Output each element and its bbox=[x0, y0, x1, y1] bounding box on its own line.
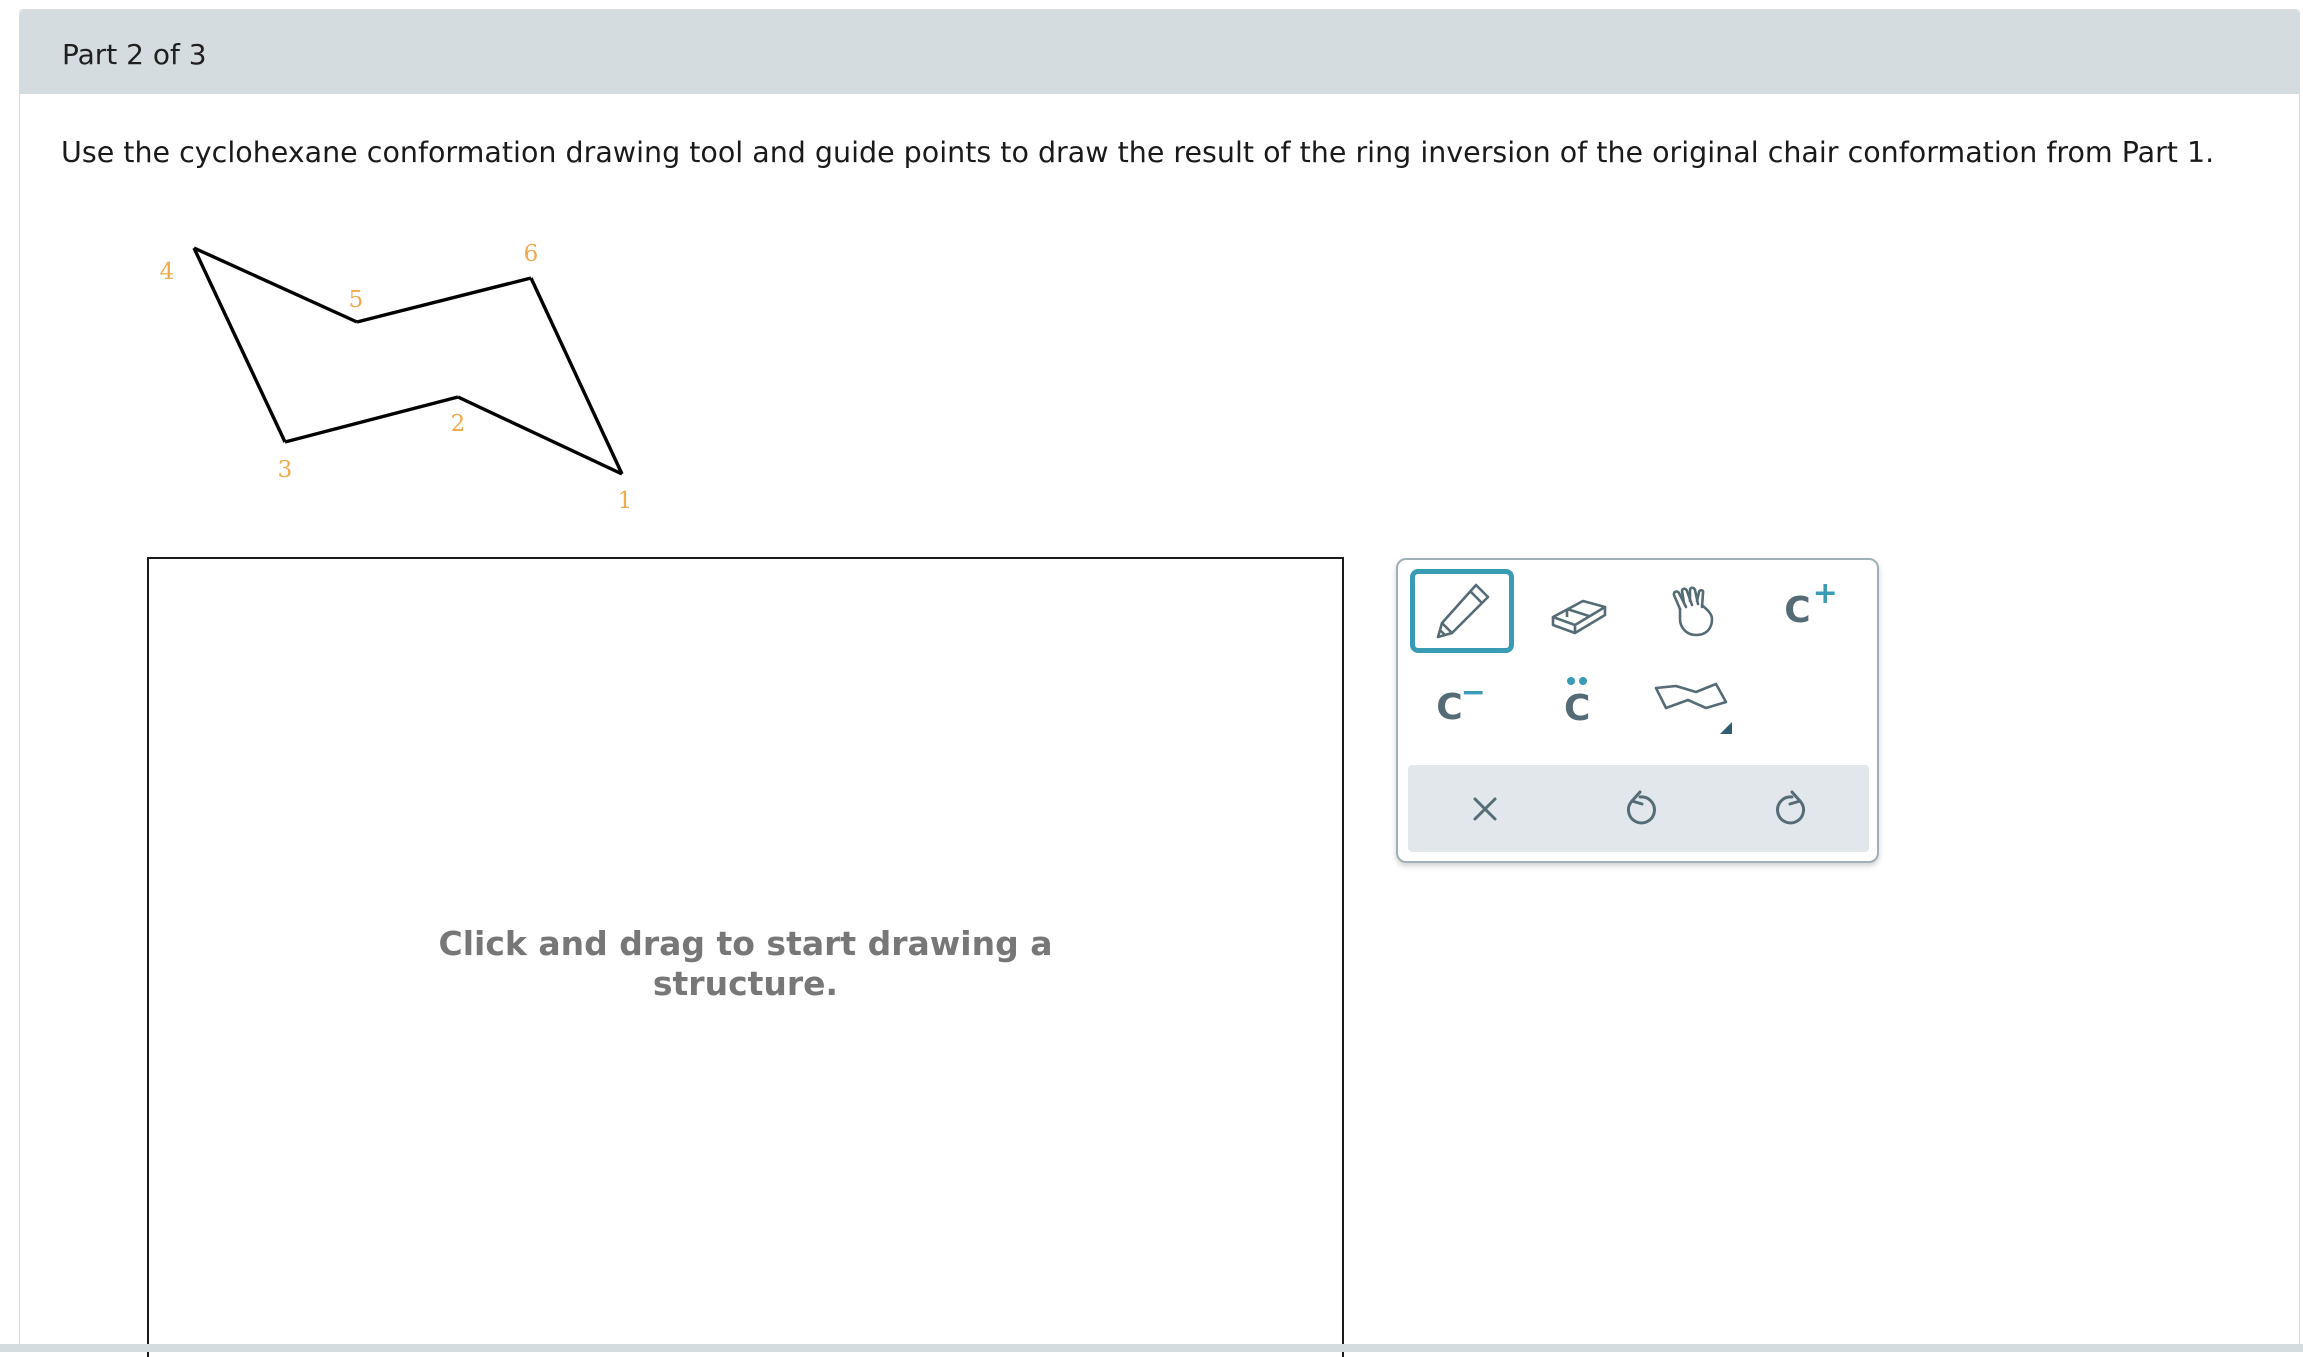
part-header: Part 2 of 3 bbox=[20, 10, 2299, 94]
undo-button[interactable] bbox=[1580, 765, 1700, 852]
bond-2-3 bbox=[284, 395, 459, 444]
lone-pair-label: C bbox=[1564, 688, 1591, 729]
atom-label-2: 2 bbox=[451, 411, 466, 437]
dropdown-triangle-icon bbox=[1720, 722, 1732, 734]
pencil-icon bbox=[1436, 583, 1490, 639]
bond-5-6 bbox=[356, 276, 532, 324]
pencil-tool-button[interactable] bbox=[1410, 569, 1514, 653]
plus-superscript: + bbox=[1812, 575, 1838, 611]
atom-label-6: 6 bbox=[524, 241, 539, 267]
atom-label-1: 1 bbox=[618, 488, 633, 514]
canvas-hint-line1: Click and drag to start drawing a bbox=[438, 924, 1053, 963]
eraser-tool-button[interactable] bbox=[1525, 569, 1629, 653]
drawing-canvas[interactable]: Click and drag to start drawing a struct… bbox=[147, 557, 1344, 1357]
minus-superscript: − bbox=[1460, 674, 1486, 710]
lone-pair-glyph: C bbox=[1557, 677, 1597, 733]
cation-tool-button[interactable]: C + bbox=[1758, 569, 1862, 653]
undo-icon bbox=[1627, 790, 1656, 824]
cyclohexane-chair-icon bbox=[1654, 682, 1732, 734]
clear-button[interactable] bbox=[1425, 765, 1545, 852]
x-icon bbox=[1473, 797, 1497, 820]
lone-pair-dot-right bbox=[1579, 677, 1587, 685]
chair-bonds bbox=[192, 246, 624, 476]
atom-label-4: 4 bbox=[160, 259, 175, 285]
redo-icon bbox=[1776, 790, 1805, 824]
instruction-text: Use the cyclohexane conformation drawing… bbox=[61, 136, 2215, 169]
bond-3-4 bbox=[192, 247, 287, 443]
canvas-hint-line2: structure. bbox=[652, 964, 839, 1003]
move-tool-button[interactable] bbox=[1642, 569, 1746, 653]
part-label: Part 2 of 3 bbox=[62, 38, 207, 71]
hand-icon bbox=[1672, 586, 1714, 637]
redo-button[interactable] bbox=[1732, 765, 1852, 852]
eraser-icon bbox=[1551, 599, 1607, 635]
anion-tool-button[interactable]: C − bbox=[1410, 666, 1514, 750]
canvas-hint: Click and drag to start drawing a struct… bbox=[149, 924, 1342, 1004]
chair-template-tool-button[interactable] bbox=[1642, 666, 1746, 750]
lone-pair-tool-button[interactable]: C bbox=[1525, 666, 1629, 750]
anion-label: C bbox=[1436, 687, 1463, 728]
action-bar bbox=[1408, 765, 1869, 852]
bond-6-1 bbox=[529, 277, 624, 475]
reference-chair-structure: 1 2 3 4 5 6 bbox=[160, 241, 633, 514]
drawing-toolbox: C + C − C bbox=[1396, 558, 1879, 863]
cation-label: C bbox=[1784, 590, 1811, 631]
atom-label-3: 3 bbox=[278, 457, 293, 483]
bond-4-5 bbox=[193, 246, 358, 324]
atom-label-5: 5 bbox=[349, 287, 364, 313]
lone-pair-dot-left bbox=[1567, 677, 1575, 685]
bottom-scroll-strip bbox=[0, 1344, 2303, 1352]
bond-1-2 bbox=[457, 395, 623, 476]
